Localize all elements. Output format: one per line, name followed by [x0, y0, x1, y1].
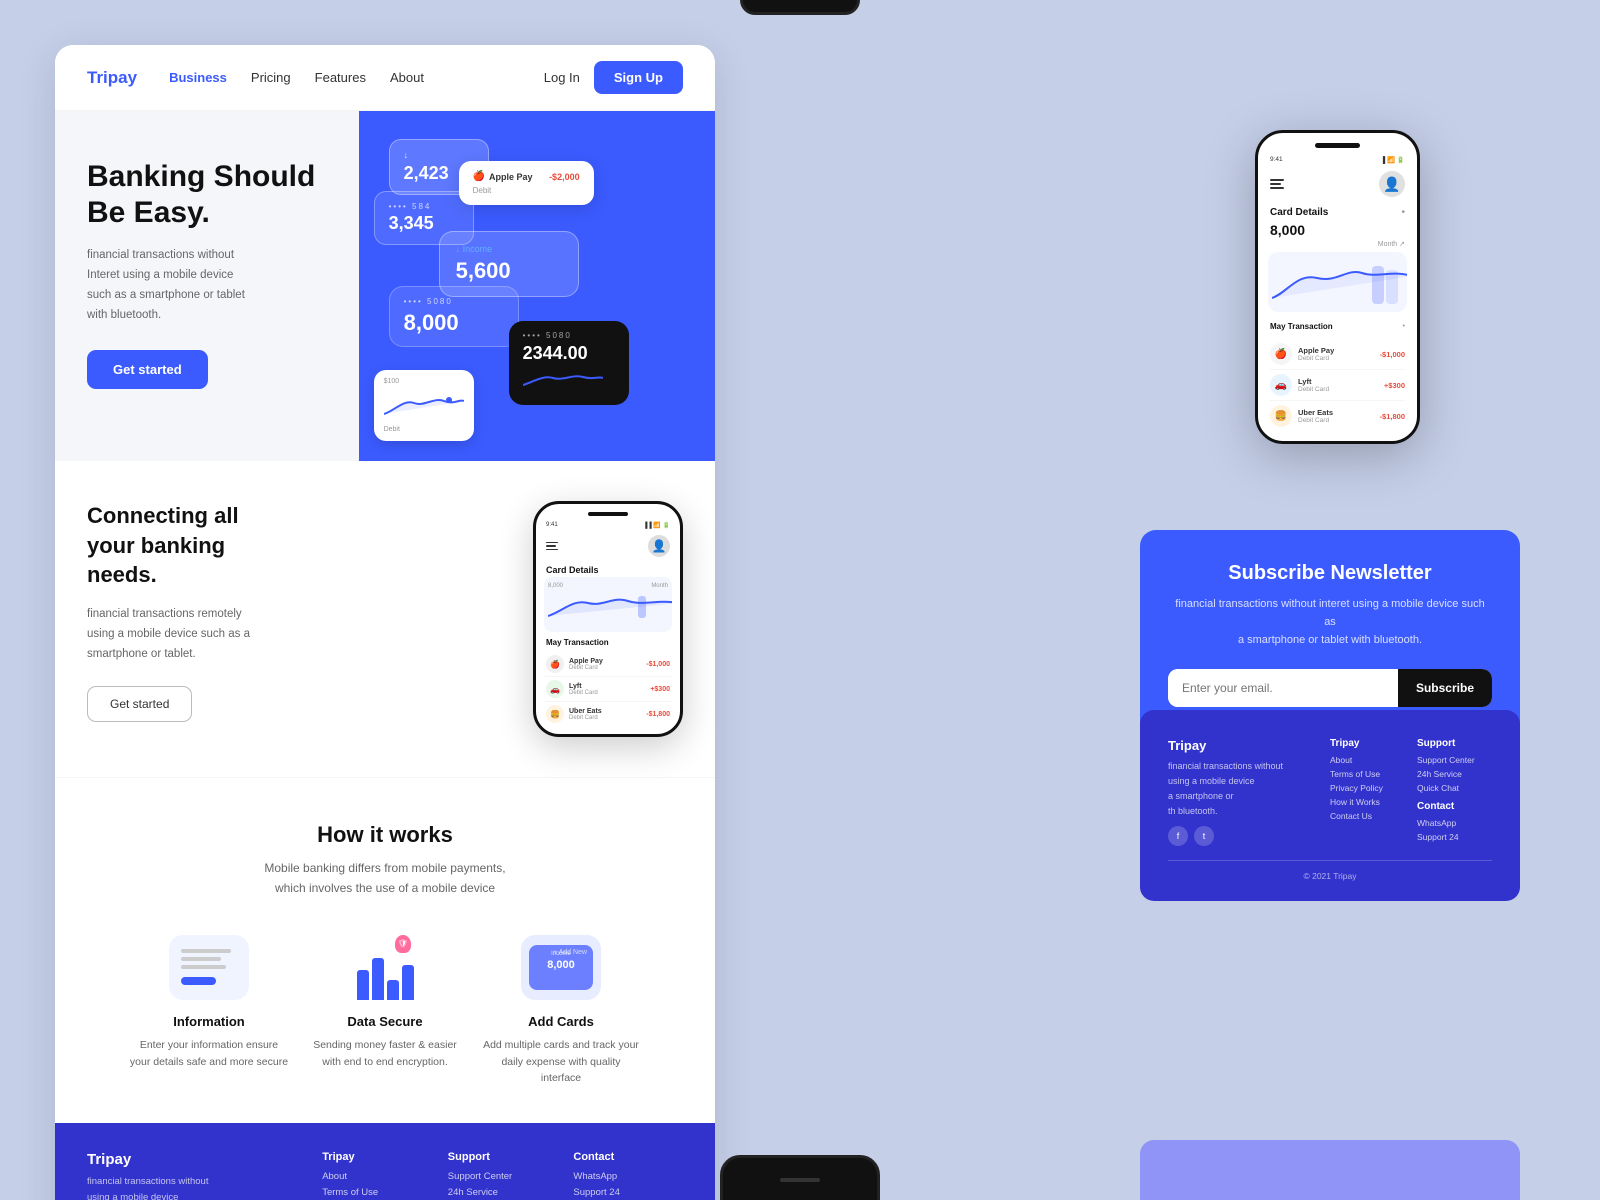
datasecure-icon: 🛡 [345, 935, 425, 1000]
subscribe-button[interactable]: Subscribe [1398, 669, 1492, 707]
navbar: Tripay Business Pricing Features About L… [55, 45, 715, 111]
connecting-description: financial transactions remotelyusing a m… [87, 604, 503, 664]
footer-col-contact-title: Contact [573, 1151, 683, 1163]
footer-about[interactable]: About [322, 1171, 432, 1182]
navbar-logo[interactable]: Tripay [87, 68, 137, 88]
how-card-info: Information Enter your information ensur… [129, 935, 289, 1071]
rf-sc[interactable]: Support Center [1417, 755, 1492, 765]
phone-tx-2: 🚗 Lyft Debit Card +$300 [544, 677, 672, 702]
connecting-section: Connecting allyour bankingneeds. financi… [55, 461, 715, 777]
hero-section: Banking ShouldBe Easy. financial transac… [55, 111, 715, 461]
footer-support24[interactable]: Support 24 [573, 1187, 683, 1198]
datasecure-desc: Sending money faster & easier with end t… [305, 1037, 465, 1071]
signup-button[interactable]: Sign Up [594, 61, 683, 94]
addcards-title: Add Cards [481, 1014, 641, 1029]
rf-howitworks[interactable]: How it Works [1330, 797, 1405, 807]
footer-support-center[interactable]: Support Center [448, 1171, 558, 1182]
how-card-addcards: Income 8,000 + Add New Add Cards Add mul… [481, 935, 641, 1087]
nav-pricing[interactable]: Pricing [251, 70, 291, 85]
hero-cta-button[interactable]: Get started [87, 350, 208, 389]
footer-24h[interactable]: 24h Service [448, 1187, 558, 1198]
nav-about[interactable]: About [390, 70, 424, 85]
hero-income-amount: 5,600 [456, 258, 562, 284]
income-label: ↓ Income [456, 244, 562, 254]
right-social-f[interactable]: f [1168, 826, 1188, 846]
card-applepay: 🍎 Apple Pay -$2,000 Debit [459, 161, 594, 205]
connecting-cta-button[interactable]: Get started [87, 686, 192, 722]
login-button[interactable]: Log In [544, 70, 580, 85]
right-social-t[interactable]: t [1194, 826, 1214, 846]
right-footer-support: Support [1417, 738, 1492, 749]
hero-chart-card: $100 Debit [374, 370, 474, 441]
hero-visual: ↓ 2,423 🍎 Apple Pay -$2,000 Debit [359, 111, 715, 461]
how-title: How it works [87, 822, 683, 848]
card-dark: •••• 5080 2344.00 [509, 321, 629, 405]
subscribe-desc: financial transactions without interet u… [1168, 595, 1492, 649]
phone-tx-3: 🍔 Uber Eats Debit Card -$1,800 [544, 702, 672, 726]
right-footer: Tripay financial transactions withoutusi… [1140, 710, 1520, 901]
rf-about[interactable]: About [1330, 755, 1405, 765]
rf-wa[interactable]: WhatsApp [1417, 818, 1492, 828]
bottom-right-element [1140, 1140, 1520, 1200]
right-footer-contact: Contact [1417, 801, 1492, 812]
subscribe-form: Subscribe [1168, 669, 1492, 707]
addcards-icon: Income 8,000 + Add New [521, 935, 601, 1000]
info-desc: Enter your information ensure your detai… [129, 1037, 289, 1071]
how-section: How it works Mobile banking differs from… [55, 777, 715, 1123]
how-cards: Information Enter your information ensur… [87, 935, 683, 1087]
addcards-desc: Add multiple cards and track your daily … [481, 1037, 641, 1087]
navbar-links: Business Pricing Features About [169, 70, 544, 85]
footer-logo: Tripay [87, 1151, 306, 1168]
hero-amount4: 2344.00 [523, 343, 615, 364]
applepay-label: Apple Pay [489, 172, 533, 182]
applepay-amount: -$2,000 [549, 172, 580, 182]
footer-col-support-title: Support [448, 1151, 558, 1163]
hero-description: financial transactions withoutInteret us… [87, 245, 327, 326]
hero-amount3: 8,000 [404, 310, 504, 336]
nav-business[interactable]: Business [169, 70, 227, 85]
rf-terms[interactable]: Terms of Use [1330, 769, 1405, 779]
rf-24h[interactable]: 24h Service [1417, 769, 1492, 779]
how-description: Mobile banking differs from mobile payme… [87, 858, 683, 899]
hero-left: Banking ShouldBe Easy. financial transac… [55, 111, 359, 461]
card-8000: •••• 5080 8,000 [389, 286, 519, 347]
rf-privacy[interactable]: Privacy Policy [1330, 783, 1405, 793]
right-footer-logo: Tripay [1168, 738, 1318, 753]
connecting-title: Connecting allyour bankingneeds. [87, 501, 503, 590]
footer-partial: Tripay financial transactions withoutusi… [55, 1123, 715, 1200]
how-card-datasecure: 🛡 Data Secure Sending money faster & eas… [305, 935, 465, 1071]
subscribe-section: Subscribe Newsletter financial transacti… [1140, 530, 1520, 739]
rf-contact[interactable]: Contact Us [1330, 811, 1405, 821]
navbar-actions: Log In Sign Up [544, 61, 683, 94]
subscribe-email-input[interactable] [1168, 669, 1398, 707]
footer-col-tripay-title: Tripay [322, 1151, 432, 1163]
rf-s24[interactable]: Support 24 [1417, 832, 1492, 842]
lp-section-title: Card Details [1270, 207, 1328, 218]
info-icon [169, 935, 249, 1000]
phone-mockup: 9:41 ▐▐ 📶 🔋 👤 Card Details [533, 501, 683, 737]
large-phone-mockup: 9:41 ▐ 📶 🔋 👤 Card Details • 8,000 Month … [1255, 130, 1420, 444]
bottom-phone [720, 1155, 880, 1200]
subscribe-title: Subscribe Newsletter [1168, 562, 1492, 585]
right-footer-tripay: Tripay [1330, 738, 1405, 749]
phone-section-title: Card Details [544, 565, 672, 575]
footer-whatsapp[interactable]: WhatsApp [573, 1171, 683, 1182]
phone-chart: 8,000 Month [544, 577, 672, 632]
phone-tx-1: 🍎 Apple Pay Debit Card -$1,000 [544, 652, 672, 677]
hero-title: Banking ShouldBe Easy. [87, 159, 327, 231]
info-title: Information [129, 1014, 289, 1029]
nav-features[interactable]: Features [315, 70, 366, 85]
connecting-left: Connecting allyour bankingneeds. financi… [87, 501, 503, 722]
rf-qc[interactable]: Quick Chat [1417, 783, 1492, 793]
phone-transactions-title: May Transaction [544, 638, 672, 647]
footer-terms[interactable]: Terms of Use [322, 1187, 432, 1198]
right-footer-copyright: © 2021 Tripay [1168, 860, 1492, 881]
datasecure-title: Data Secure [305, 1014, 465, 1029]
lp-tx-title: May Transaction [1270, 322, 1333, 331]
